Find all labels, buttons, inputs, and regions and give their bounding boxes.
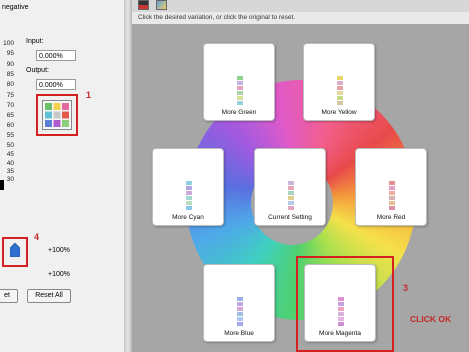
variations-grid-icon <box>45 103 69 127</box>
variations-icon[interactable] <box>42 100 72 130</box>
instruction-text: Click the desired variation, or click th… <box>132 12 469 24</box>
levels-panel: negative 100 95 90 85 80 75 70 65 60 55 … <box>0 0 124 352</box>
scale-tick: 95 <box>6 50 14 57</box>
amount-value-1: +100% <box>48 247 70 254</box>
toolbar <box>132 0 469 12</box>
scale-tick: 100 <box>3 40 14 47</box>
more-green-card[interactable]: More Green <box>203 43 275 121</box>
more-cyan-card[interactable]: More Cyan <box>152 148 224 226</box>
card-label: More Red <box>376 214 406 221</box>
reset-all-button[interactable]: Reset All <box>27 289 71 303</box>
scale-tick: 65 <box>6 112 14 119</box>
more-yellow-card[interactable]: More Yellow <box>303 43 375 121</box>
mode-label: negative <box>2 4 29 11</box>
card-label: More Yellow <box>321 109 357 116</box>
card-label: More Magenta <box>319 330 361 337</box>
preview-thumbnail <box>186 181 192 215</box>
film-icon[interactable] <box>138 0 149 10</box>
scale-tick: 50 <box>6 142 14 149</box>
card-label: More Green <box>221 109 257 116</box>
scale-tick: 70 <box>6 102 14 109</box>
callout-number-1: 1 <box>86 90 92 100</box>
scale-tick: 55 <box>6 132 14 139</box>
card-label: Current Setting <box>268 214 312 221</box>
scale-tick: 45 <box>6 151 14 158</box>
card-label: More Blue <box>224 330 254 337</box>
preview-thumbnail <box>237 76 243 110</box>
scale-tick: 80 <box>6 81 14 88</box>
input-field[interactable]: 0.000% <box>36 50 76 61</box>
click-ok-annotation: CLICK OK <box>410 314 452 324</box>
card-label: More Cyan <box>172 214 204 221</box>
reset-button[interactable]: et <box>0 289 18 303</box>
input-label: Input: <box>26 38 44 45</box>
preview-thumbnail <box>237 297 243 331</box>
slider-thumb-icon <box>9 242 21 258</box>
more-magenta-card[interactable]: More Magenta <box>304 264 376 342</box>
scale-tick: 60 <box>6 122 14 129</box>
preview-thumbnail <box>389 181 395 215</box>
preview-thumbnail <box>337 76 343 110</box>
amount-value-2: +100% <box>48 271 70 278</box>
output-label: Output: <box>26 67 49 74</box>
variations-panel: Click the desired variation, or click th… <box>132 0 469 352</box>
output-field[interactable]: 0.000% <box>36 79 76 90</box>
panel-divider[interactable] <box>124 0 132 352</box>
scale-tick: 90 <box>6 61 14 68</box>
scale-tick: 85 <box>6 71 14 78</box>
preview-thumbnail <box>288 181 294 215</box>
scale-tick: 35 <box>6 168 14 175</box>
more-red-card[interactable]: More Red <box>355 148 427 226</box>
preview-icon[interactable] <box>156 0 167 10</box>
preview-thumbnail <box>338 297 344 331</box>
callout-number-4: 4 <box>34 232 40 242</box>
scale-tick: 40 <box>6 160 14 167</box>
scale-tick: 75 <box>6 92 14 99</box>
more-blue-card[interactable]: More Blue <box>203 264 275 342</box>
slider-handle[interactable] <box>9 242 21 258</box>
callout-number-3: 3 <box>403 283 409 293</box>
black-point-marker <box>0 180 4 190</box>
current-setting-card[interactable]: Current Setting <box>254 148 326 226</box>
